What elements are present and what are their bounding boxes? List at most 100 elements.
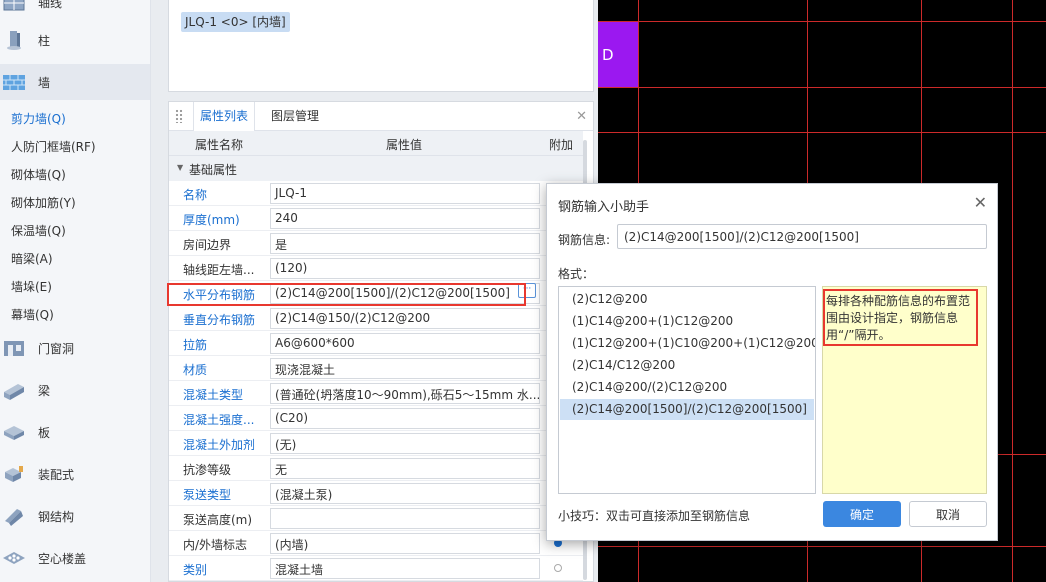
property-value[interactable]: 240 — [270, 208, 540, 229]
property-name: 混凝土类型 — [183, 388, 244, 402]
format-item[interactable]: (2)C14@200/(2)C12@200 — [560, 377, 814, 398]
extra-radio[interactable] — [554, 564, 562, 572]
beam-icon — [4, 384, 24, 400]
property-row[interactable]: 名称 JLQ-1 — [169, 181, 583, 206]
nav-category-door-window[interactable]: 门窗洞 — [0, 330, 150, 366]
grid-line — [598, 87, 1046, 88]
property-row[interactable]: 房间边界 是 — [169, 231, 583, 256]
tip-text: 小技巧：双击可直接添加至钢筋信息 — [558, 509, 751, 523]
format-item[interactable]: (2)C14/C12@200 — [560, 355, 814, 376]
nav-category-beam[interactable]: 梁 — [0, 372, 150, 408]
property-name: 混凝土外加剂 — [183, 438, 256, 452]
property-value[interactable]: (无) — [270, 433, 540, 454]
nav-category-label: 梁 — [38, 384, 51, 398]
nav-item-wall-pier[interactable]: 墙垛(E) — [11, 278, 52, 295]
close-icon[interactable]: ✕ — [576, 109, 587, 124]
property-value[interactable]: 混凝土墙 — [270, 558, 540, 579]
highlight-note — [823, 289, 978, 346]
nav-category-label: 钢结构 — [38, 510, 75, 524]
rebar-info-input[interactable] — [617, 224, 987, 249]
nav-category-wall[interactable]: 墙 — [0, 64, 150, 100]
nav-axis[interactable]: 轴线 — [0, 0, 150, 20]
nav-item-masonry-rebar[interactable]: 砌体加筋(Y) — [11, 194, 76, 211]
axis-marker-d[interactable]: D — [598, 22, 638, 87]
grid-line — [1012, 0, 1013, 582]
property-name: 拉筋 — [183, 338, 208, 352]
nav-category-column[interactable]: 柱 — [0, 22, 150, 58]
nav-category-label: 装配式 — [38, 468, 75, 482]
tab-layer-management[interactable]: 图层管理 — [265, 102, 325, 131]
property-group-basic[interactable]: ▼ 基础属性 — [169, 156, 583, 181]
nav-category-prefab[interactable]: 装配式 — [0, 456, 150, 492]
property-value[interactable]: A6@600*600 — [270, 333, 540, 354]
format-item[interactable]: (1)C14@200+(1)C12@200 — [560, 311, 814, 332]
property-value[interactable]: (内墙) — [270, 533, 540, 554]
property-value[interactable]: 现浇混凝土 — [270, 358, 540, 379]
property-value[interactable]: JLQ-1 — [270, 183, 540, 204]
property-row[interactable]: 混凝土类型 (普通砼(坍落度10～90mm),砾石5～15mm 水... — [169, 381, 583, 406]
header-property-name: 属性名称 — [195, 138, 244, 152]
format-label: 格式： — [558, 267, 595, 281]
property-row[interactable]: 材质 现浇混凝土 — [169, 356, 583, 381]
format-item-selected[interactable]: (2)C14@200[1500]/(2)C12@200[1500] — [560, 399, 814, 420]
wall-icon — [3, 75, 25, 90]
property-row[interactable]: 泵送类型 (混凝土泵) — [169, 481, 583, 506]
property-row[interactable]: 类别 混凝土墙 — [169, 556, 583, 581]
property-value[interactable]: (混凝土泵) — [270, 483, 540, 504]
nav-category-label: 空心楼盖 — [38, 552, 87, 566]
nav-category-steel-structure[interactable]: 钢结构 — [0, 498, 150, 534]
nav-item-insulation-wall[interactable]: 保温墙(Q) — [11, 222, 66, 239]
nav-axis-label: 轴线 — [38, 0, 63, 10]
ok-button[interactable]: 确定 — [823, 501, 901, 527]
nav-item-shear-wall[interactable]: 剪力墙(Q) — [11, 110, 66, 127]
nav-category-label: 墙 — [38, 76, 51, 90]
property-row[interactable]: 混凝土外加剂 (无) — [169, 431, 583, 456]
property-row[interactable]: 轴线距左墙... (120) — [169, 256, 583, 281]
drag-grip-icon[interactable] — [175, 109, 183, 123]
property-name: 厚度(mm) — [183, 213, 240, 227]
nav-item-hidden-beam[interactable]: 暗梁(A) — [11, 250, 53, 267]
format-item[interactable]: (2)C12@200 — [560, 289, 814, 310]
grid-line — [598, 21, 1046, 22]
property-value[interactable]: 是 — [270, 233, 540, 254]
column-icon — [7, 31, 21, 50]
component-list-panel: JLQ-1 <0> [内墙] — [168, 0, 594, 92]
property-name: 泵送类型 — [183, 488, 232, 502]
nav-category-slab[interactable]: 板 — [0, 414, 150, 450]
nav-item-masonry-wall[interactable]: 砌体墙(Q) — [11, 166, 66, 183]
property-row[interactable]: 内/外墙标志 (内墙) — [169, 531, 583, 556]
property-row[interactable]: 抗渗等级 无 — [169, 456, 583, 481]
property-name: 抗渗等级 — [183, 463, 232, 477]
collapse-arrow-icon[interactable]: ▼ — [177, 163, 183, 172]
cancel-button[interactable]: 取消 — [909, 501, 987, 527]
property-value[interactable]: (2)C14@150/(2)C12@200 — [270, 308, 540, 329]
nav-category-hollow-floor[interactable]: 空心楼盖 — [0, 540, 150, 576]
property-group-label: 基础属性 — [189, 163, 238, 177]
property-row[interactable]: 垂直分布钢筋 (2)C14@150/(2)C12@200 — [169, 306, 583, 331]
properties-tab-bar: 属性列表 图层管理 ✕ — [169, 102, 593, 131]
highlight-rebar-row — [167, 283, 526, 306]
property-row[interactable]: 拉筋 A6@600*600 — [169, 331, 583, 356]
axis-marker-label: D — [602, 46, 614, 64]
property-row[interactable]: 厚度(mm) 240 — [169, 206, 583, 231]
rebar-input-dialog: 钢筋输入小助手 ✕ 钢筋信息: 格式： (2)C12@200 (1)C14@20… — [546, 183, 998, 541]
nav-category-label: 门窗洞 — [38, 342, 75, 356]
property-row[interactable]: 泵送高度(m) — [169, 506, 583, 531]
hollow-floor-icon — [3, 552, 25, 564]
nav-category-label: 柱 — [38, 34, 51, 48]
property-value[interactable]: (C20) — [270, 408, 540, 429]
property-value[interactable] — [270, 508, 540, 529]
close-icon[interactable]: ✕ — [974, 193, 987, 212]
tab-property-list[interactable]: 属性列表 — [193, 102, 256, 131]
property-name: 内/外墙标志 — [183, 538, 248, 552]
nav-item-curtain-wall[interactable]: 幕墙(Q) — [11, 306, 54, 323]
component-tag[interactable]: JLQ-1 <0> [内墙] — [181, 12, 290, 32]
property-value[interactable]: (120) — [270, 258, 540, 279]
property-row[interactable]: 混凝土强度... (C20) — [169, 406, 583, 431]
property-name: 房间边界 — [183, 238, 232, 252]
nav-item-civil-defense-wall[interactable]: 人防门框墙(RF) — [11, 138, 96, 155]
property-value[interactable]: 无 — [270, 458, 540, 479]
grid-line — [598, 132, 1046, 133]
property-value[interactable]: (普通砼(坍落度10～90mm),砾石5～15mm 水... — [270, 383, 540, 404]
format-item[interactable]: (1)C12@200+(1)C10@200+(1)C12@200 — [560, 333, 815, 354]
